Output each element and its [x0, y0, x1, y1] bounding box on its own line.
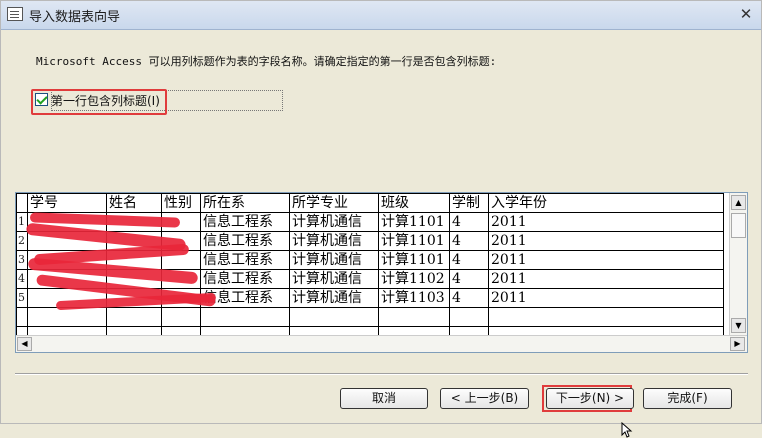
window-title: 导入数据表向导	[29, 10, 121, 25]
table-cell: 计算1101	[378, 231, 450, 251]
table-cell: 信息工程系	[200, 231, 290, 251]
column-header[interactable]: 所学专业	[289, 193, 379, 213]
table-cell	[200, 307, 290, 327]
vertical-scrollbar[interactable]: ▲ ▼	[729, 193, 747, 336]
table-cell: 4	[449, 231, 489, 251]
row-selector-header	[16, 193, 28, 213]
table-cell	[161, 307, 201, 327]
scroll-thumb[interactable]	[731, 213, 746, 238]
table-cell: 2011	[488, 269, 724, 289]
scroll-up-icon[interactable]: ▲	[731, 195, 746, 210]
scroll-left-icon[interactable]: ◀	[17, 337, 32, 351]
table-cell	[488, 307, 724, 327]
mouse-cursor-icon	[621, 422, 633, 438]
finish-button[interactable]: 完成(F)	[643, 388, 732, 409]
table-cell: 2011	[488, 250, 724, 270]
description-text: Microsoft Access 可以用列标题作为表的字段名称。请确定指定的第一…	[36, 55, 497, 68]
scroll-right-icon[interactable]: ▶	[730, 337, 745, 351]
close-icon[interactable]: ✕	[737, 5, 755, 23]
column-header[interactable]: 性别	[161, 193, 201, 213]
table-cell: 计算机通信	[289, 288, 379, 308]
next-button[interactable]: 下一步(N) >	[546, 388, 634, 409]
table-cell: 计算机通信	[289, 250, 379, 270]
column-header[interactable]: 学号	[27, 193, 107, 213]
horizontal-scrollbar[interactable]: ◀ ▶	[16, 335, 747, 352]
row-number[interactable]: 2	[16, 231, 28, 251]
table-cell: 计算1102	[378, 269, 450, 289]
scroll-down-icon[interactable]: ▼	[731, 318, 746, 333]
table-cell	[106, 307, 162, 327]
table-cell: 4	[449, 288, 489, 308]
table-cell	[449, 307, 489, 327]
column-header[interactable]: 所在系	[200, 193, 290, 213]
table-icon	[7, 7, 23, 21]
column-header[interactable]: 入学年份	[488, 193, 724, 213]
table-cell: 4	[449, 250, 489, 270]
column-header[interactable]: 班级	[378, 193, 450, 213]
table-row[interactable]	[16, 307, 724, 327]
import-wizard-window: 导入数据表向导 ✕ Microsoft Access 可以用列标题作为表的字段名…	[0, 0, 762, 438]
column-header[interactable]: 姓名	[106, 193, 162, 213]
table-cell: 计算机通信	[289, 269, 379, 289]
table-cell: 4	[449, 269, 489, 289]
header-row: 学号 姓名 性别 所在系 所学专业 班级 学制 入学年份	[16, 193, 724, 213]
title-bar: 导入数据表向导 ✕	[1, 1, 761, 30]
table-cell: 信息工程系	[200, 269, 290, 289]
table-cell: 计算机通信	[289, 212, 379, 232]
table-cell: 2011	[488, 288, 724, 308]
table-cell: 2011	[488, 231, 724, 251]
row-number[interactable]: 5	[16, 288, 28, 308]
table-cell: 计算1101	[378, 212, 450, 232]
preview-grid[interactable]: 学号 姓名 性别 所在系 所学专业 班级 学制 入学年份 1 信息工程系 计算机通信…	[15, 192, 748, 353]
row-number[interactable]: 4	[16, 269, 28, 289]
table-cell: 信息工程系	[200, 212, 290, 232]
back-button[interactable]: < 上一步(B)	[440, 388, 529, 409]
table-cell	[378, 307, 450, 327]
first-row-headers-label[interactable]: 第一行包含列标题(I)	[51, 92, 160, 109]
table-cell	[27, 307, 107, 327]
table-cell	[289, 307, 379, 327]
column-header[interactable]: 学制	[449, 193, 489, 213]
wizard-panel: Microsoft Access 可以用列标题作为表的字段名称。请确定指定的第一…	[1, 29, 761, 438]
table-cell: 计算1101	[378, 250, 450, 270]
cancel-button[interactable]: 取消	[340, 388, 428, 409]
table-cell: 计算1103	[378, 288, 450, 308]
first-row-headers-checkbox[interactable]	[35, 93, 48, 106]
table-cell: 信息工程系	[200, 250, 290, 270]
row-number[interactable]	[16, 307, 28, 327]
table-cell: 计算机通信	[289, 231, 379, 251]
table-cell: 2011	[488, 212, 724, 232]
row-number[interactable]: 3	[16, 250, 28, 270]
separator	[15, 373, 748, 375]
table-cell: 4	[449, 212, 489, 232]
